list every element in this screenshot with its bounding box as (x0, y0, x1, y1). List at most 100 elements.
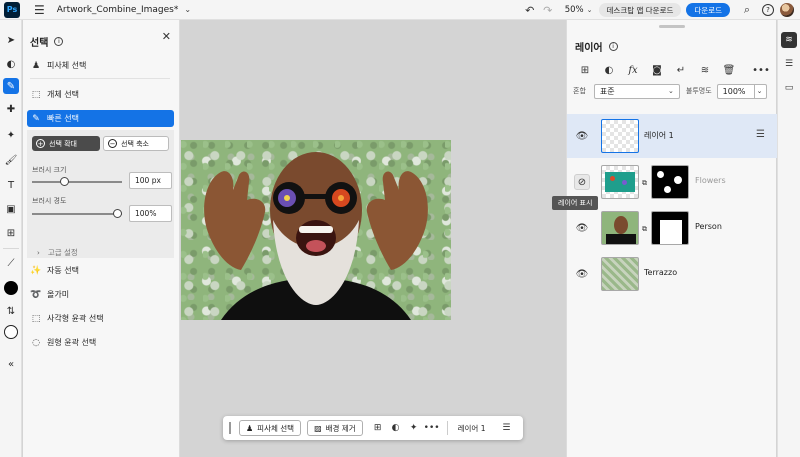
text-tool-icon[interactable]: T (3, 177, 19, 193)
undo-icon[interactable]: ↶ (521, 4, 539, 17)
layer-row[interactable]: 👁 레이어 1 ☰ (567, 114, 777, 158)
layer-name: 레이어 1 (644, 131, 674, 140)
layer-properties-icon[interactable]: ☰ (497, 423, 515, 433)
layers-panel-icon[interactable]: ≋ (781, 32, 797, 48)
add-to-selection-label: 선택 확대 (49, 139, 77, 148)
image-icon: ▨ (314, 423, 322, 433)
more-icon[interactable]: ••• (423, 423, 441, 433)
lasso-label: 올가미 (47, 290, 70, 299)
quick-select-label: 빠른 선택 (47, 114, 79, 123)
fx-icon[interactable]: fx (621, 65, 645, 76)
layers-panel: 레이어 i ⊞ ◐ fx ◙ ↵ ≋ 🗑 ••• 혼합 표준 ⌄ 불투명도 10… (566, 20, 777, 457)
download-button[interactable]: 다운로드 (686, 3, 730, 17)
rect-marquee-item[interactable]: ⬚ 사각형 윤곽 선택 (30, 310, 170, 327)
blend-mode-value: 표준 (599, 86, 615, 96)
object-select-item[interactable]: ⬚ 개체 선택 (30, 86, 170, 103)
layers-panel-title: 레이어 (575, 43, 603, 54)
healing-brush-icon[interactable]: ✚ (3, 101, 19, 117)
lasso-item[interactable]: ➰ 올가미 (30, 286, 170, 303)
current-layer-label: 레이어 1 (457, 423, 486, 433)
adjust-tool-icon[interactable]: ◐ (3, 56, 19, 72)
brush-hardness-label: 브러시 경도 (32, 197, 67, 205)
layer-row[interactable]: 👁 ⧉ Person (567, 206, 777, 250)
layer-stack-icon[interactable]: ≋ (693, 65, 717, 76)
brush-size-slider[interactable] (32, 181, 122, 183)
opacity-dropdown[interactable]: ⌄ (754, 83, 767, 99)
divider (446, 421, 448, 435)
zoom-chevron-icon[interactable]: ⌄ (587, 6, 593, 14)
select-subject-button[interactable]: ♟ 피사체 선택 (239, 420, 302, 436)
move-tool-icon[interactable]: ➤ (3, 32, 19, 48)
background-color-swatch[interactable] (4, 325, 18, 339)
blend-mode-select[interactable]: 표준 ⌄ (593, 83, 680, 99)
mask-icon[interactable]: ◙ (645, 65, 669, 76)
image-tool-icon[interactable]: ▣ (3, 201, 19, 217)
link-icon[interactable]: ⧉ (642, 225, 647, 234)
menu-icon[interactable]: ☰ (34, 3, 45, 17)
search-icon[interactable]: ⌕ (738, 3, 756, 17)
avatar[interactable] (780, 3, 794, 17)
eyedropper-icon[interactable]: ⟋ (3, 255, 19, 271)
eye-icon[interactable]: 👁 (574, 220, 590, 236)
brush-size-thumb[interactable] (60, 177, 70, 186)
artwork-image[interactable] (181, 140, 451, 320)
quick-select-item[interactable]: ✎ 빠른 선택 (27, 110, 174, 127)
layer-name: Terrazzo (644, 268, 678, 277)
quick-select-tool-icon[interactable]: ✎ (3, 78, 19, 94)
clip-icon[interactable]: ↵ (669, 65, 693, 76)
layer-row[interactable]: 👁 Terrazzo (567, 252, 777, 296)
info-icon[interactable]: i (608, 42, 618, 51)
add-image-icon[interactable]: ⊞ (369, 423, 387, 433)
link-icon[interactable]: ⧉ (642, 179, 647, 188)
panel-drag-handle[interactable] (659, 25, 685, 28)
quick-action-icon[interactable]: ✦ (405, 423, 423, 433)
layer-settings-icon[interactable]: ☰ (756, 129, 765, 140)
zoom-level[interactable]: 50% (565, 5, 584, 15)
chevron-right-icon: › (37, 248, 40, 257)
brush-size-label: 브러시 크기 (32, 166, 67, 174)
add-image-icon[interactable]: ⊞ (3, 225, 19, 241)
add-to-selection-button[interactable]: + 선택 확대 (32, 136, 100, 151)
lasso-icon: ➰ (30, 289, 42, 300)
collapse-panel-icon[interactable]: « (3, 356, 19, 372)
remove-background-button[interactable]: ▨ 배경 제거 (307, 420, 363, 436)
brush-hardness-thumb[interactable] (113, 209, 122, 218)
eye-icon[interactable]: 👁 (574, 266, 590, 282)
plus-icon: + (36, 139, 45, 148)
more-icon[interactable]: ••• (749, 65, 773, 76)
redo-icon[interactable]: ↷ (539, 4, 557, 17)
document-title[interactable]: Artwork_Combine_Images* (57, 5, 179, 15)
eye-hidden-icon[interactable]: ⊘ (574, 174, 590, 190)
layer-row[interactable]: ⊘ ⧉ Flowers (567, 160, 777, 204)
add-layer-icon[interactable]: ⊞ (573, 65, 597, 76)
subtract-from-selection-button[interactable]: − 선택 축소 (103, 136, 169, 151)
close-icon[interactable]: ✕ (162, 30, 171, 43)
help-icon[interactable]: ? (762, 4, 774, 16)
desktop-app-download-button[interactable]: 데스크탑 앱 다운로드 (598, 3, 682, 17)
brush-hardness-slider[interactable] (32, 213, 122, 215)
remove-background-label: 배경 제거 (325, 423, 356, 433)
drag-handle[interactable] (229, 422, 231, 434)
brush-tool-icon[interactable]: 🖌 (3, 152, 19, 168)
auto-select-item[interactable]: ✨ 자동 선택 (30, 262, 170, 279)
canvas-area[interactable] (181, 20, 565, 457)
foreground-color-swatch[interactable] (4, 281, 18, 295)
layer-thumbnail (601, 211, 639, 245)
chevron-down-icon[interactable]: ⌄ (184, 5, 191, 14)
brush-size-input[interactable]: 100 px (129, 172, 172, 189)
select-subject-item[interactable]: ♟ 피사체 선택 (30, 57, 170, 74)
info-icon[interactable]: i (54, 37, 64, 46)
layer-thumbnail (601, 257, 639, 291)
swap-colors-icon[interactable]: ⇅ (3, 303, 19, 319)
comments-icon[interactable]: ▭ (781, 80, 797, 96)
generative-fill-icon[interactable]: ✦ (3, 127, 19, 143)
opacity-input[interactable]: 100% (716, 83, 755, 99)
adjustment-layer-icon[interactable]: ◐ (597, 65, 621, 76)
properties-icon[interactable]: ☰ (781, 56, 797, 72)
ellipse-marquee-item[interactable]: ◌ 원형 윤곽 선택 (30, 334, 170, 351)
delete-icon[interactable]: 🗑 (717, 65, 741, 76)
advanced-settings-toggle[interactable]: › 고급 설정 (37, 247, 78, 258)
adjust-icon[interactable]: ◐ (387, 423, 405, 433)
eye-icon[interactable]: 👁 (574, 128, 590, 144)
brush-hardness-input[interactable]: 100% (129, 205, 172, 222)
